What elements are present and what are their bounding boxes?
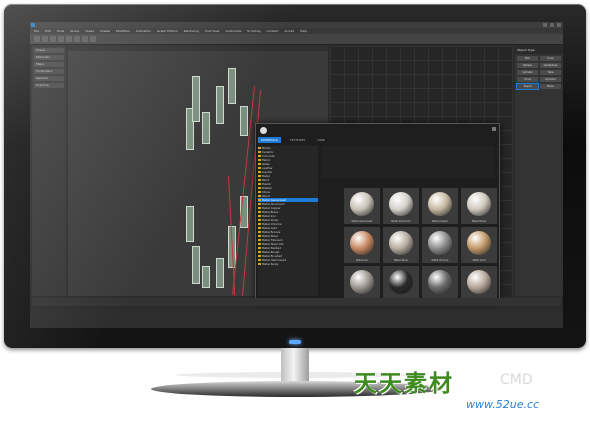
material-node[interactable] [216, 258, 224, 288]
create-torus-button[interactable]: Torus [517, 77, 538, 82]
maximize-button[interactable] [550, 23, 554, 27]
material-label: Metal Brass [472, 220, 486, 223]
snap-icon[interactable] [90, 36, 96, 42]
select-icon[interactable] [58, 36, 64, 42]
material-node[interactable] [202, 112, 210, 144]
tab-materials[interactable]: MATERIALS [258, 137, 281, 143]
material-label: Metal Gold [472, 259, 486, 262]
command-panel-title: Object Type [515, 46, 563, 54]
material-label: Metal Iron [356, 259, 368, 262]
status-bar [30, 310, 563, 328]
create-tube-button[interactable]: Tube [540, 70, 561, 75]
material-swatch[interactable]: Metal Iron [344, 227, 380, 263]
material-swatch[interactable]: Metal Copper [422, 188, 458, 224]
redo-icon[interactable] [42, 36, 48, 42]
left-panel-item[interactable]: Maps [34, 62, 64, 67]
minimize-button[interactable] [543, 23, 547, 27]
main-toolbar [30, 34, 563, 45]
material-label: Metal Silver [393, 259, 409, 262]
timeline[interactable] [32, 298, 561, 306]
material-swatch[interactable]: Metal Galvanized [344, 188, 380, 224]
folder-item[interactable]: Metal Rusty [258, 262, 318, 266]
material-swatch[interactable]: Metal Steel [383, 266, 419, 302]
material-swatch[interactable]: Metal Aluminum [383, 188, 419, 224]
material-ball-preview [467, 270, 491, 294]
material-ball-preview [350, 231, 374, 255]
material-ball-preview [467, 231, 491, 255]
material-swatch[interactable]: Metal Gold [461, 227, 497, 263]
left-panel-item[interactable]: Controllers [34, 69, 64, 74]
link-icon[interactable] [50, 36, 56, 42]
material-swatch-grid: Metal Galvanized Metal Aluminum Metal Copp… [344, 188, 499, 302]
material-node[interactable] [192, 246, 200, 284]
left-panel-item[interactable]: General [34, 76, 64, 81]
material-swatch[interactable]: Metal Silver [383, 227, 419, 263]
material-node[interactable] [202, 266, 210, 288]
left-panel-item[interactable]: Scanline [34, 83, 64, 88]
material-library-window: MATERIALS TEXTURES HDRI Bricks Ceramic Con… [255, 123, 500, 303]
material-ball-preview [350, 192, 374, 216]
undo-icon[interactable] [34, 36, 40, 42]
tab-textures[interactable]: TEXTURES [287, 137, 309, 143]
slate-tabs [68, 46, 328, 51]
material-swatch[interactable]: Metal Bronze [344, 266, 380, 302]
material-label: Metal Aluminum [391, 220, 411, 223]
material-ball-preview [428, 270, 452, 294]
material-label: Metal Copper [432, 220, 448, 223]
monitor-stand-neck [281, 348, 309, 384]
move-icon[interactable] [66, 36, 72, 42]
close-icon[interactable] [492, 127, 496, 131]
material-ball-preview [350, 270, 374, 294]
watermark-chinese: 天天素材 [354, 370, 454, 397]
command-panel: Object Type Box Cone Sphere GeoSphere Cy… [515, 46, 563, 296]
material-node[interactable] [186, 206, 194, 242]
window-controls [543, 23, 561, 27]
create-cylinder-button[interactable]: Cylinder [517, 70, 538, 75]
material-node[interactable] [192, 76, 200, 122]
material-ball-preview [428, 192, 452, 216]
power-led [289, 340, 301, 344]
material-swatch[interactable]: Metal Brass [461, 188, 497, 224]
material-ball-preview [389, 270, 413, 294]
create-cone-button[interactable]: Cone [540, 56, 561, 61]
library-logo-icon [260, 127, 267, 134]
material-node[interactable] [240, 106, 248, 136]
tab-hdri[interactable]: HDRI [314, 137, 328, 143]
scale-icon[interactable] [82, 36, 88, 42]
watermark-url: www.52ue.cc [466, 398, 540, 411]
material-ball-preview [389, 231, 413, 255]
material-label: Metal Chrome [431, 259, 449, 262]
material-ball-preview [467, 192, 491, 216]
material-browser-panel: Scene Materials Maps Controllers General… [32, 46, 66, 296]
create-box-button[interactable]: Box [517, 56, 538, 61]
material-node[interactable] [216, 86, 224, 124]
material-label: Metal Galvanized [351, 220, 373, 223]
app-logo-icon [31, 23, 35, 27]
material-swatch[interactable]: Metal Chrome [422, 227, 458, 263]
watermark-faint-text: CMD [500, 372, 533, 388]
close-window-button[interactable] [557, 23, 561, 27]
create-plane-button[interactable]: Plane [540, 84, 561, 89]
material-details [322, 146, 494, 178]
object-type-grid: Box Cone Sphere GeoSphere Cylinder Tube … [515, 54, 563, 91]
folder-tree: Bricks Ceramic Concrete Fabric Glass Leather L… [258, 146, 318, 296]
material-ball-preview [389, 192, 413, 216]
material-node[interactable] [228, 68, 236, 104]
create-teapot-button[interactable]: Teapot [516, 83, 539, 90]
left-panel-item[interactable]: Materials [34, 55, 64, 60]
material-swatch[interactable]: Metal Steel Old [461, 266, 497, 302]
library-tabs: MATERIALS TEXTURES HDRI [258, 137, 328, 143]
material-ball-preview [428, 231, 452, 255]
monitor-screen: File Edit Tools Group Views Create Modif… [30, 22, 563, 328]
create-geosphere-button[interactable]: GeoSphere [540, 63, 561, 68]
create-pyramid-button[interactable]: Pyramid [540, 77, 561, 82]
create-sphere-button[interactable]: Sphere [517, 63, 538, 68]
rotate-icon[interactable] [74, 36, 80, 42]
material-swatch[interactable]: Metal Titanium [422, 266, 458, 302]
left-panel-item[interactable]: Scene [34, 48, 64, 53]
